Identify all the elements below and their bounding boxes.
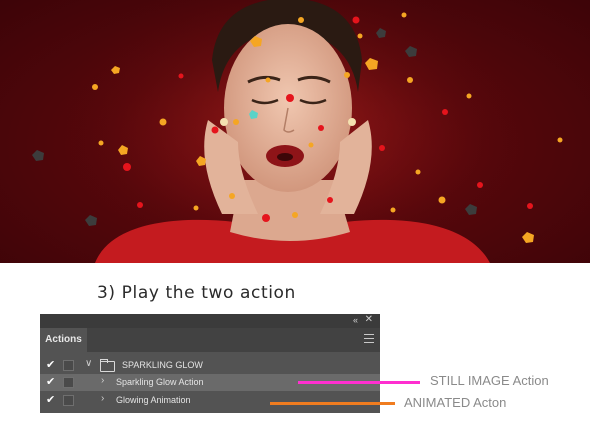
- toggle-check-icon[interactable]: ✔: [46, 359, 55, 371]
- dialog-toggle-box[interactable]: [63, 360, 74, 371]
- dialog-toggle-box[interactable]: [63, 377, 74, 388]
- actions-panel: « ✕ Actions ✔ ∨ SPARKLING GLOW ✔ › Spark…: [40, 314, 380, 413]
- action-label: Glowing Animation: [116, 395, 191, 405]
- portrait-illustration: [32, 0, 563, 263]
- action-row-glowing-animation[interactable]: ✔ › Glowing Animation: [40, 392, 380, 409]
- step-caption: 3) Play the two action: [97, 283, 296, 303]
- folder-icon: [100, 359, 115, 372]
- toggle-check-icon[interactable]: ✔: [46, 376, 55, 388]
- animated-action-label: ANIMATED Acton: [404, 395, 507, 410]
- action-set-row[interactable]: ✔ ∨ SPARKLING GLOW: [40, 357, 380, 374]
- expand-chevron-icon[interactable]: ›: [101, 393, 104, 405]
- animated-action-pointer-line: [270, 402, 395, 405]
- panel-menu-icon[interactable]: [364, 334, 374, 345]
- panel-tab-bar: Actions: [40, 328, 380, 352]
- action-set-label: SPARKLING GLOW: [122, 360, 203, 370]
- close-panel-button[interactable]: ✕: [365, 314, 373, 325]
- action-label: Sparkling Glow Action: [116, 377, 204, 387]
- expand-chevron-icon[interactable]: ›: [101, 375, 104, 387]
- still-image-action-label: STILL IMAGE Action: [430, 373, 549, 388]
- toggle-check-icon[interactable]: ✔: [46, 394, 55, 406]
- still-action-pointer-line: [298, 381, 420, 384]
- tab-actions[interactable]: Actions: [40, 328, 87, 352]
- collapse-panel-button[interactable]: «: [353, 315, 358, 325]
- panel-title-bar: « ✕: [40, 314, 380, 328]
- dialog-toggle-box[interactable]: [63, 395, 74, 406]
- expand-chevron-icon[interactable]: ∨: [85, 358, 92, 370]
- hero-image: [0, 0, 590, 263]
